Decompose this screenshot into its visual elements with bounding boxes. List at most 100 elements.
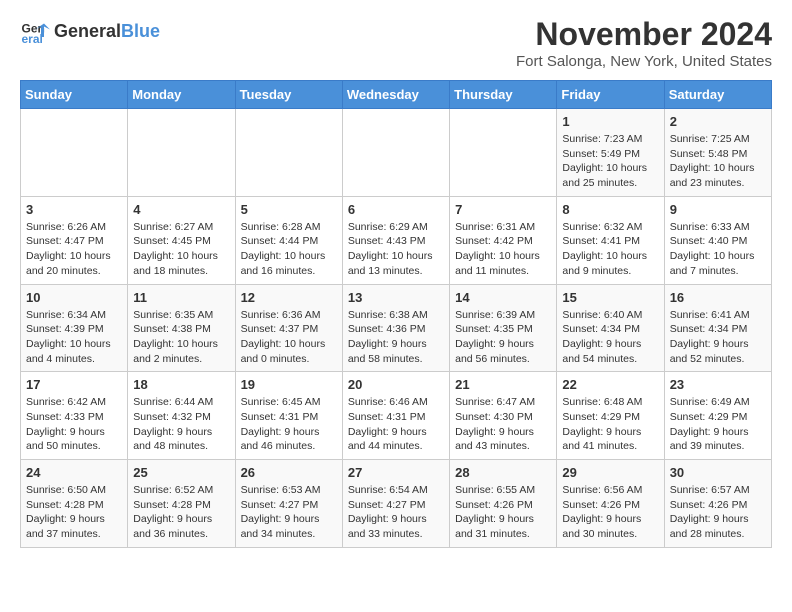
day-info: Sunrise: 6:40 AM Sunset: 4:34 PM Dayligh… xyxy=(562,308,658,367)
day-info: Sunrise: 6:32 AM Sunset: 4:41 PM Dayligh… xyxy=(562,220,658,279)
day-info: Sunrise: 6:44 AM Sunset: 4:32 PM Dayligh… xyxy=(133,395,229,454)
day-number: 3 xyxy=(26,202,122,217)
weekday-header-thursday: Thursday xyxy=(450,81,557,109)
day-number: 5 xyxy=(241,202,337,217)
calendar-cell: 24 Sunrise: 6:50 AM Sunset: 4:28 PM Dayli… xyxy=(21,460,128,548)
location-subtitle: Fort Salonga, New York, United States xyxy=(516,53,772,70)
calendar-cell: 18 Sunrise: 6:44 AM Sunset: 4:32 PM Dayli… xyxy=(128,372,235,460)
day-number: 28 xyxy=(455,465,551,480)
day-number: 1 xyxy=(562,114,658,129)
day-number: 9 xyxy=(670,202,766,217)
day-info: Sunrise: 7:23 AM Sunset: 5:49 PM Dayligh… xyxy=(562,132,658,191)
day-number: 17 xyxy=(26,377,122,392)
day-number: 20 xyxy=(348,377,444,392)
day-info: Sunrise: 6:35 AM Sunset: 4:38 PM Dayligh… xyxy=(133,308,229,367)
day-info: Sunrise: 6:45 AM Sunset: 4:31 PM Dayligh… xyxy=(241,395,337,454)
day-info: Sunrise: 6:41 AM Sunset: 4:34 PM Dayligh… xyxy=(670,308,766,367)
calendar-cell: 3 Sunrise: 6:26 AM Sunset: 4:47 PM Daylig… xyxy=(21,196,128,284)
day-number: 10 xyxy=(26,290,122,305)
day-number: 2 xyxy=(670,114,766,129)
day-info: Sunrise: 6:50 AM Sunset: 4:28 PM Dayligh… xyxy=(26,483,122,542)
calendar-cell xyxy=(128,109,235,197)
weekday-header-saturday: Saturday xyxy=(664,81,771,109)
calendar-body: 1 Sunrise: 7:23 AM Sunset: 5:49 PM Daylig… xyxy=(21,109,772,548)
calendar-cell: 12 Sunrise: 6:36 AM Sunset: 4:37 PM Dayli… xyxy=(235,284,342,372)
calendar-cell: 14 Sunrise: 6:39 AM Sunset: 4:35 PM Dayli… xyxy=(450,284,557,372)
day-number: 19 xyxy=(241,377,337,392)
calendar-cell: 13 Sunrise: 6:38 AM Sunset: 4:36 PM Dayli… xyxy=(342,284,449,372)
day-number: 23 xyxy=(670,377,766,392)
day-number: 6 xyxy=(348,202,444,217)
day-info: Sunrise: 6:39 AM Sunset: 4:35 PM Dayligh… xyxy=(455,308,551,367)
day-number: 16 xyxy=(670,290,766,305)
calendar-cell: 15Sunrise: 6:40 AM Sunset: 4:34 PM Dayli… xyxy=(557,284,664,372)
calendar-cell: 20 Sunrise: 6:46 AM Sunset: 4:31 PM Dayli… xyxy=(342,372,449,460)
day-info: Sunrise: 6:55 AM Sunset: 4:26 PM Dayligh… xyxy=(455,483,551,542)
day-info: Sunrise: 6:53 AM Sunset: 4:27 PM Dayligh… xyxy=(241,483,337,542)
weekday-header-sunday: Sunday xyxy=(21,81,128,109)
calendar-cell: 2 Sunrise: 7:25 AM Sunset: 5:48 PM Daylig… xyxy=(664,109,771,197)
day-info: Sunrise: 6:29 AM Sunset: 4:43 PM Dayligh… xyxy=(348,220,444,279)
calendar-week-3: 10 Sunrise: 6:34 AM Sunset: 4:39 PM Dayli… xyxy=(21,284,772,372)
calendar-week-1: 1 Sunrise: 7:23 AM Sunset: 5:49 PM Daylig… xyxy=(21,109,772,197)
calendar-cell: 30 Sunrise: 6:57 AM Sunset: 4:26 PM Dayli… xyxy=(664,460,771,548)
calendar-cell: 8Sunrise: 6:32 AM Sunset: 4:41 PM Daylig… xyxy=(557,196,664,284)
calendar-cell xyxy=(450,109,557,197)
weekday-header-wednesday: Wednesday xyxy=(342,81,449,109)
day-info: Sunrise: 6:42 AM Sunset: 4:33 PM Dayligh… xyxy=(26,395,122,454)
calendar-table: SundayMondayTuesdayWednesdayThursdayFrid… xyxy=(20,80,772,548)
day-info: Sunrise: 6:49 AM Sunset: 4:29 PM Dayligh… xyxy=(670,395,766,454)
calendar-cell: 25Sunrise: 6:52 AM Sunset: 4:28 PM Dayli… xyxy=(128,460,235,548)
calendar-cell: 28 Sunrise: 6:55 AM Sunset: 4:26 PM Dayli… xyxy=(450,460,557,548)
calendar-cell: 19 Sunrise: 6:45 AM Sunset: 4:31 PM Dayli… xyxy=(235,372,342,460)
day-info: Sunrise: 6:26 AM Sunset: 4:47 PM Dayligh… xyxy=(26,220,122,279)
day-info: Sunrise: 6:54 AM Sunset: 4:27 PM Dayligh… xyxy=(348,483,444,542)
day-info: Sunrise: 7:25 AM Sunset: 5:48 PM Dayligh… xyxy=(670,132,766,191)
calendar-cell: 1 Sunrise: 7:23 AM Sunset: 5:49 PM Daylig… xyxy=(557,109,664,197)
day-number: 11 xyxy=(133,290,229,305)
calendar-cell: 9 Sunrise: 6:33 AM Sunset: 4:40 PM Daylig… xyxy=(664,196,771,284)
day-number: 25 xyxy=(133,465,229,480)
day-number: 14 xyxy=(455,290,551,305)
logo-general-text: General xyxy=(54,21,121,41)
calendar-cell: 7Sunrise: 6:31 AM Sunset: 4:42 PM Daylig… xyxy=(450,196,557,284)
header: Gen eral GeneralBlue November 2024 Fort … xyxy=(20,16,772,70)
day-number: 7 xyxy=(455,202,551,217)
day-number: 26 xyxy=(241,465,337,480)
weekday-header-monday: Monday xyxy=(128,81,235,109)
calendar-header: SundayMondayTuesdayWednesdayThursdayFrid… xyxy=(21,81,772,109)
day-info: Sunrise: 6:36 AM Sunset: 4:37 PM Dayligh… xyxy=(241,308,337,367)
title-area: November 2024 Fort Salonga, New York, Un… xyxy=(516,16,772,70)
calendar-cell xyxy=(21,109,128,197)
calendar-cell: 29 Sunrise: 6:56 AM Sunset: 4:26 PM Dayli… xyxy=(557,460,664,548)
svg-text:eral: eral xyxy=(22,32,43,46)
day-number: 12 xyxy=(241,290,337,305)
day-number: 30 xyxy=(670,465,766,480)
day-info: Sunrise: 6:34 AM Sunset: 4:39 PM Dayligh… xyxy=(26,308,122,367)
day-info: Sunrise: 6:28 AM Sunset: 4:44 PM Dayligh… xyxy=(241,220,337,279)
day-info: Sunrise: 6:57 AM Sunset: 4:26 PM Dayligh… xyxy=(670,483,766,542)
day-info: Sunrise: 6:48 AM Sunset: 4:29 PM Dayligh… xyxy=(562,395,658,454)
day-number: 27 xyxy=(348,465,444,480)
calendar-cell: 26 Sunrise: 6:53 AM Sunset: 4:27 PM Dayli… xyxy=(235,460,342,548)
day-info: Sunrise: 6:38 AM Sunset: 4:36 PM Dayligh… xyxy=(348,308,444,367)
calendar-cell: 22 Sunrise: 6:48 AM Sunset: 4:29 PM Dayli… xyxy=(557,372,664,460)
day-info: Sunrise: 6:56 AM Sunset: 4:26 PM Dayligh… xyxy=(562,483,658,542)
calendar-cell: 6 Sunrise: 6:29 AM Sunset: 4:43 PM Daylig… xyxy=(342,196,449,284)
calendar-cell xyxy=(235,109,342,197)
day-number: 13 xyxy=(348,290,444,305)
day-number: 24 xyxy=(26,465,122,480)
calendar-cell: 10 Sunrise: 6:34 AM Sunset: 4:39 PM Dayli… xyxy=(21,284,128,372)
weekday-header-tuesday: Tuesday xyxy=(235,81,342,109)
calendar-week-2: 3 Sunrise: 6:26 AM Sunset: 4:47 PM Daylig… xyxy=(21,196,772,284)
calendar-cell: 17 Sunrise: 6:42 AM Sunset: 4:33 PM Dayli… xyxy=(21,372,128,460)
day-number: 18 xyxy=(133,377,229,392)
day-number: 29 xyxy=(562,465,658,480)
day-number: 22 xyxy=(562,377,658,392)
day-info: Sunrise: 6:33 AM Sunset: 4:40 PM Dayligh… xyxy=(670,220,766,279)
day-info: Sunrise: 6:46 AM Sunset: 4:31 PM Dayligh… xyxy=(348,395,444,454)
month-title: November 2024 xyxy=(516,16,772,53)
calendar-cell: 11 Sunrise: 6:35 AM Sunset: 4:38 PM Dayli… xyxy=(128,284,235,372)
calendar-week-4: 17 Sunrise: 6:42 AM Sunset: 4:33 PM Dayli… xyxy=(21,372,772,460)
logo: Gen eral GeneralBlue xyxy=(20,16,160,46)
